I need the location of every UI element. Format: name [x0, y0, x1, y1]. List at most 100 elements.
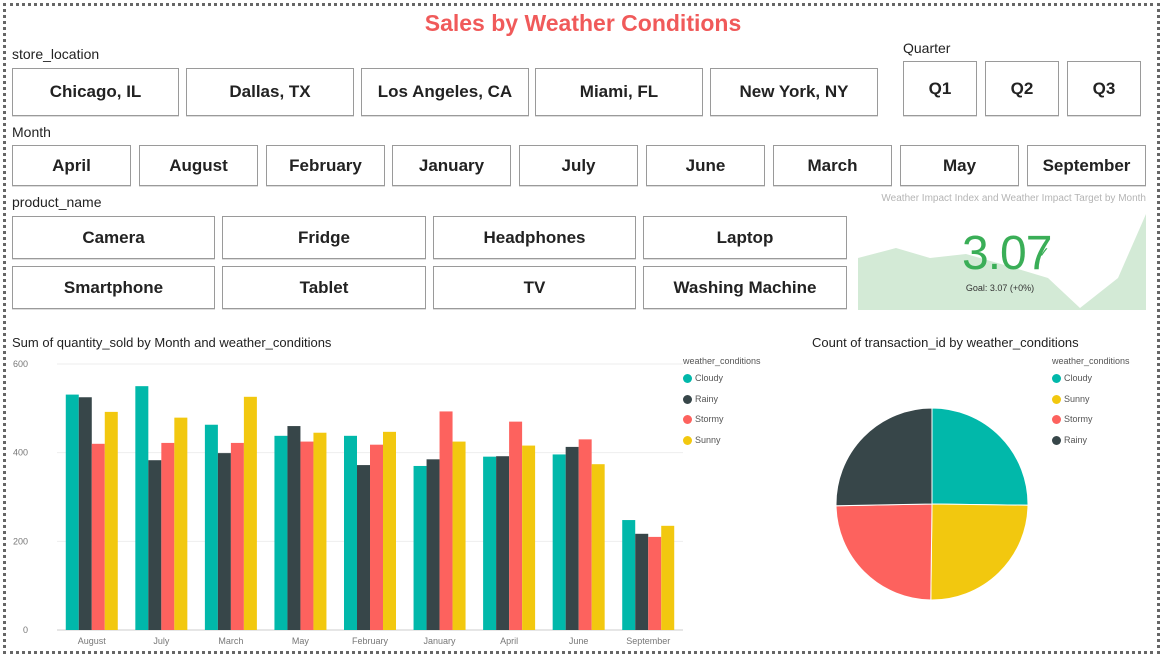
bar-legend-item-sunny[interactable]: Sunny [683, 435, 721, 445]
x-tick-label: September [626, 636, 670, 646]
x-tick-label: July [153, 636, 170, 646]
bar-cloudy[interactable] [413, 465, 427, 630]
x-tick-label: August [78, 636, 107, 646]
slicer-month-february[interactable]: February [266, 145, 385, 186]
slicer-store-new-york[interactable]: New York, NY [710, 68, 878, 116]
x-tick-label: May [292, 636, 310, 646]
legend-swatch [683, 414, 692, 424]
legend-label: Sunny [695, 435, 721, 445]
x-tick-label: February [352, 636, 389, 646]
slicer-quarter-q1[interactable]: Q1 [903, 61, 977, 116]
bar-stormy[interactable] [300, 441, 314, 630]
bar-cloudy[interactable] [135, 386, 149, 630]
page-title: Sales by Weather Conditions [424, 10, 742, 36]
bar-cloudy[interactable] [204, 424, 218, 630]
bar-cloudy[interactable] [622, 520, 636, 630]
bar-sunny[interactable] [661, 525, 675, 630]
slicer-store-chicago[interactable]: Chicago, IL [12, 68, 179, 116]
legend-swatch [1052, 435, 1061, 445]
bar-stormy[interactable] [578, 439, 592, 630]
legend-swatch [1052, 414, 1061, 424]
bar-cloudy[interactable] [483, 456, 497, 630]
legend-label: Sunny [1064, 394, 1090, 404]
legend-swatch [683, 435, 692, 445]
slicer-store-dallas[interactable]: Dallas, TX [186, 68, 354, 116]
bar-stormy[interactable] [509, 421, 523, 630]
y-tick-label: 200 [13, 536, 28, 546]
bar-stormy[interactable] [439, 411, 453, 630]
slicer-month-september[interactable]: September [1027, 145, 1146, 186]
bar-legend-item-rainy[interactable]: Rainy [683, 394, 718, 404]
slicer-quarter-q2[interactable]: Q2 [985, 61, 1059, 116]
bar-chart-title: Sum of quantity_sold by Month and weathe… [12, 335, 332, 350]
slicer-product-camera[interactable]: Camera [12, 216, 215, 259]
bar-stormy[interactable] [230, 442, 244, 630]
slicer-month-august[interactable]: August [139, 145, 258, 186]
bar-rainy[interactable] [357, 465, 370, 630]
pie-legend-item-sunny[interactable]: Sunny [1052, 394, 1090, 404]
pie-legend-title: weather_conditions [1052, 356, 1130, 366]
bar-stormy[interactable] [91, 443, 105, 630]
bar-sunny[interactable] [243, 396, 257, 630]
bar-rainy[interactable] [287, 426, 301, 630]
pie-slice-cloudy[interactable] [931, 407, 1029, 506]
slicer-product-washing-machine[interactable]: Washing Machine [643, 266, 847, 309]
y-tick-label: 400 [13, 448, 28, 458]
bar-rainy[interactable] [426, 459, 440, 630]
slicer-product-headphones[interactable]: Headphones [433, 216, 636, 259]
bar-sunny[interactable] [313, 432, 327, 630]
bar-sunny[interactable] [383, 431, 396, 630]
slicer-product-fridge[interactable]: Fridge [222, 216, 426, 259]
pie-legend-item-stormy[interactable]: Stormy [1052, 414, 1093, 424]
bar-stormy[interactable] [648, 536, 662, 630]
pie-legend-item-cloudy[interactable]: Cloudy [1052, 373, 1092, 383]
legend-swatch [683, 373, 692, 383]
slicer-store-los-angeles[interactable]: Los Angeles, CA [361, 68, 529, 116]
bar-rainy[interactable] [148, 460, 162, 630]
bar-rainy[interactable] [565, 446, 579, 630]
bar-sunny[interactable] [591, 464, 605, 630]
legend-swatch [1052, 373, 1061, 383]
legend-label: Rainy [695, 394, 719, 404]
pie-legend-item-rainy[interactable]: Rainy [1052, 435, 1087, 445]
bar-legend-item-stormy[interactable]: Stormy [683, 414, 724, 424]
bar-cloudy[interactable] [274, 435, 288, 630]
bar-sunny[interactable] [104, 411, 118, 630]
bar-rainy[interactable] [217, 453, 231, 630]
bar-rainy[interactable] [496, 456, 510, 630]
bar-cloudy[interactable] [65, 394, 79, 630]
x-tick-label: January [424, 636, 457, 646]
pie-slice-stormy[interactable] [835, 503, 933, 601]
bar-rainy[interactable] [78, 397, 92, 630]
legend-label: Stormy [1064, 414, 1093, 424]
slicer-month-march[interactable]: March [773, 145, 892, 186]
slicer-product-tablet[interactable]: Tablet [222, 266, 426, 309]
slicer-month-july[interactable]: July [519, 145, 638, 186]
slicer-store-miami[interactable]: Miami, FL [535, 68, 703, 116]
bar-stormy[interactable] [161, 442, 175, 630]
bar-stormy[interactable] [370, 444, 383, 630]
bar-sunny[interactable] [522, 445, 536, 630]
slicer-month-january[interactable]: January [392, 145, 511, 186]
slicer-month-june[interactable]: June [646, 145, 765, 186]
bar-cloudy[interactable] [344, 435, 357, 630]
slicer-month-may[interactable]: May [900, 145, 1019, 186]
slicer-product-smartphone[interactable]: Smartphone [12, 266, 215, 309]
kpi-title: Weather Impact Index and Weather Impact … [881, 193, 1146, 204]
slicer-quarter-q3[interactable]: Q3 [1067, 61, 1141, 116]
bar-legend-title: weather_conditions [683, 356, 761, 366]
bar-sunny[interactable] [452, 441, 466, 630]
pie-slice-sunny[interactable] [930, 503, 1029, 601]
bar-sunny[interactable] [174, 417, 188, 630]
bar-legend-item-cloudy[interactable]: Cloudy [683, 373, 723, 383]
pie-slice-rainy[interactable] [835, 407, 933, 507]
pie-chart [835, 407, 1029, 601]
bar-rainy[interactable] [635, 533, 649, 630]
slicer-month-april[interactable]: April [12, 145, 131, 186]
bar-cloudy[interactable] [552, 454, 566, 630]
bar-chart: 0 200 400 600 August July March May February Janu… [13, 359, 683, 646]
slicer-product-tv[interactable]: TV [433, 266, 636, 309]
legend-swatch [683, 394, 692, 404]
x-tick-label: April [500, 636, 518, 646]
slicer-product-laptop[interactable]: Laptop [643, 216, 847, 259]
